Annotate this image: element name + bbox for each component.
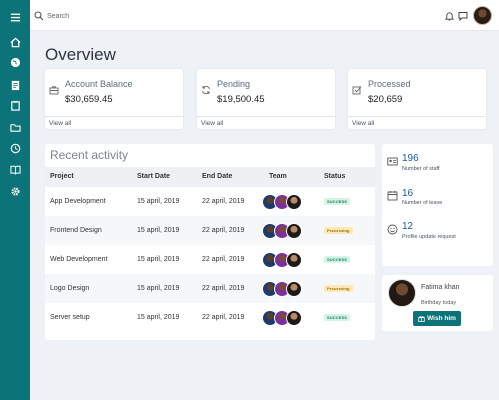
page-title: Overview — [45, 45, 116, 64]
clipboard-icon[interactable] — [8, 98, 22, 112]
birthday-subtitle: Birthday today — [421, 300, 457, 306]
activity-title: Recent activity — [50, 148, 129, 162]
column-header: Team — [269, 173, 287, 180]
status-badge: Processing — [324, 285, 353, 292]
end-date: 22 april, 2019 — [202, 285, 245, 292]
staff-label: Number of staff — [402, 166, 440, 172]
card-value: $20,659 — [368, 94, 403, 105]
clock-icon[interactable] — [8, 141, 22, 155]
birthday-name: Fatima khan — [421, 284, 460, 291]
home-icon[interactable] — [8, 35, 22, 49]
card-label: Account Balance — [65, 79, 133, 89]
team-avatars — [262, 194, 304, 210]
status-badge: SUCCESS — [324, 198, 351, 205]
table-header: Project Start Date End Date Team Status — [45, 167, 375, 187]
leave-count: 16 — [402, 188, 414, 199]
checkbox-icon — [352, 86, 362, 95]
recent-activity-panel: Recent activity Project Start Date End D… — [45, 144, 375, 340]
staff-count: 196 — [402, 153, 419, 164]
document-icon[interactable] — [8, 78, 22, 92]
project-name: Server setup — [50, 314, 90, 321]
project-name: Frontend Design — [50, 227, 102, 234]
folder-icon[interactable] — [8, 120, 22, 134]
team-avatars — [262, 281, 304, 297]
topbar — [30, 0, 499, 31]
team-avatars — [262, 223, 304, 239]
end-date: 22 april, 2019 — [202, 227, 245, 234]
table-row[interactable]: App Development 15 april, 2019 22 april,… — [45, 187, 375, 216]
card-label: Pending — [217, 79, 251, 89]
project-name: App Development — [50, 198, 106, 205]
gear-icon[interactable] — [8, 184, 22, 198]
gift-icon — [418, 316, 425, 322]
chat-icon[interactable] — [458, 11, 468, 21]
team-avatars — [262, 310, 304, 326]
refresh-icon — [202, 85, 210, 95]
account-balance-card: Account Balance $30,659.45 View all — [45, 69, 183, 129]
table-row[interactable]: Frontend Design 15 april, 2019 22 april,… — [45, 216, 375, 245]
globe-icon[interactable] — [8, 55, 22, 69]
menu-icon[interactable] — [8, 10, 22, 24]
stats-panel: 196 Number of staff 16 Number of leave 1… — [382, 144, 493, 266]
column-header: Start Date — [137, 173, 171, 180]
start-date: 15 april, 2019 — [137, 198, 180, 205]
sidebar — [0, 0, 30, 400]
search-icon — [34, 11, 44, 21]
column-header: Project — [50, 173, 74, 180]
card-footer: View all — [197, 116, 335, 129]
table-row[interactable]: Server setup 15 april, 2019 22 april, 20… — [45, 303, 375, 332]
project-name: Web Development — [50, 256, 108, 263]
briefcase-icon — [49, 86, 59, 95]
card-value: $30,659.45 — [65, 94, 113, 105]
start-date: 15 april, 2019 — [137, 314, 180, 321]
project-name: Logo Design — [50, 285, 90, 292]
search-input[interactable] — [47, 8, 347, 24]
birthday-avatar — [388, 279, 416, 307]
profile-request-count: 12 — [402, 221, 414, 232]
start-date: 15 april, 2019 — [137, 285, 180, 292]
card-footer: View all — [45, 116, 183, 129]
bell-icon[interactable] — [445, 11, 454, 21]
processed-card: Processed $20,659 View all — [348, 69, 486, 129]
wish-button-label: Wish him — [427, 315, 456, 322]
end-date: 22 april, 2019 — [202, 314, 245, 321]
id-card-icon — [387, 157, 398, 166]
leave-label: Number of leave — [402, 200, 443, 206]
card-footer: View all — [348, 116, 486, 129]
profile-request-label: Profile update request — [402, 234, 456, 240]
pending-card: Pending $19,500.45 View all — [197, 69, 335, 129]
view-all-link[interactable]: View all — [352, 120, 374, 127]
table-row[interactable]: Web Development 15 april, 2019 22 april,… — [45, 245, 375, 274]
wish-button[interactable]: Wish him — [413, 311, 461, 326]
status-badge: Processing — [324, 227, 353, 234]
view-all-link[interactable]: View all — [201, 120, 223, 127]
status-badge: SUCCESS — [324, 256, 351, 263]
status-badge: SUCCESS — [324, 314, 351, 321]
team-avatars — [262, 252, 304, 268]
book-icon[interactable] — [8, 162, 22, 176]
column-header: Status — [324, 173, 346, 180]
card-value: $19,500.45 — [217, 94, 265, 105]
view-all-link[interactable]: View all — [49, 120, 71, 127]
start-date: 15 april, 2019 — [137, 227, 180, 234]
column-header: End Date — [202, 173, 233, 180]
end-date: 22 april, 2019 — [202, 256, 245, 263]
start-date: 15 april, 2019 — [137, 256, 180, 263]
birthday-card: Fatima khan Birthday today Wish him — [382, 275, 493, 331]
user-avatar[interactable] — [473, 6, 492, 25]
calendar-icon — [387, 191, 398, 201]
card-label: Processed — [368, 79, 411, 89]
table-row[interactable]: Logo Design 15 april, 2019 22 april, 201… — [45, 274, 375, 303]
end-date: 22 april, 2019 — [202, 198, 245, 205]
smiley-icon — [387, 224, 398, 235]
